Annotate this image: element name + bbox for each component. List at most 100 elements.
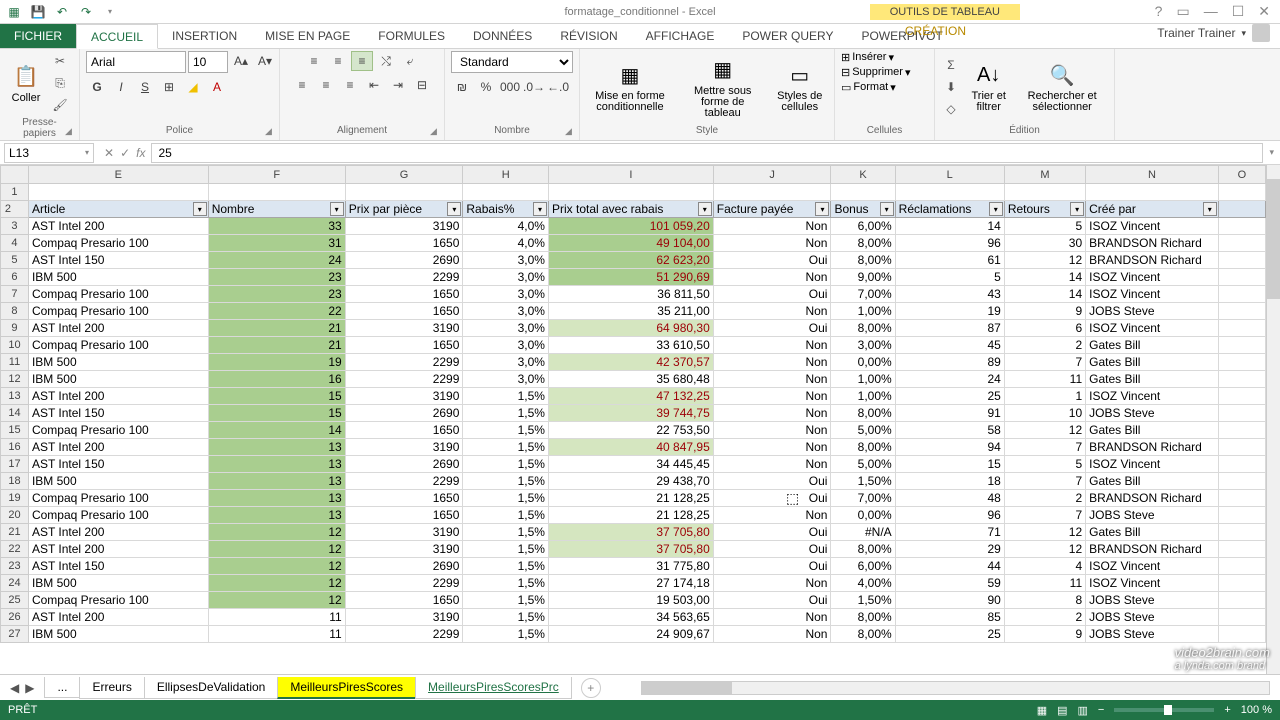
percent-icon[interactable]: %	[475, 77, 497, 97]
row-header[interactable]: 14	[1, 405, 29, 422]
cell[interactable]: Compaq Presario 100	[28, 422, 208, 439]
row-header[interactable]: 8	[1, 303, 29, 320]
cell[interactable]	[1218, 541, 1265, 558]
increase-font-icon[interactable]: A▴	[230, 51, 252, 71]
cell[interactable]: Compaq Presario 100	[28, 303, 208, 320]
sheet-tab[interactable]: MeilleursPiresScoresPrc	[415, 677, 572, 699]
cell[interactable]: Non	[713, 218, 831, 235]
cell[interactable]	[1218, 235, 1265, 252]
cell[interactable]: BRANDSON Richard	[1086, 235, 1219, 252]
cell[interactable]: ISOZ Vincent	[1086, 320, 1219, 337]
cell[interactable]: 10	[1004, 405, 1085, 422]
cell[interactable]: 51 290,69	[548, 269, 713, 286]
cell[interactable]: 101 059,20	[548, 218, 713, 235]
cell[interactable]: IBM 500	[28, 371, 208, 388]
cell[interactable]: 29 438,70	[548, 473, 713, 490]
cell[interactable]: 96	[895, 507, 1004, 524]
row-header[interactable]: 16	[1, 439, 29, 456]
cell[interactable]: 2	[1004, 490, 1085, 507]
column-header[interactable]: J	[713, 166, 831, 184]
cell[interactable]: 90	[895, 592, 1004, 609]
filter-icon[interactable]: ▾	[330, 202, 344, 216]
sheet-tab-more[interactable]: ...	[44, 677, 80, 698]
cell[interactable]	[1218, 439, 1265, 456]
table-header-cell[interactable]: Réclamations▾	[895, 201, 1004, 218]
cell[interactable]: AST Intel 200	[28, 439, 208, 456]
cell[interactable]: 94	[895, 439, 1004, 456]
cell[interactable]	[1218, 388, 1265, 405]
cell[interactable]: 44	[895, 558, 1004, 575]
cell[interactable]: 6,00%	[831, 218, 895, 235]
enter-formula-icon[interactable]: ✓	[120, 146, 130, 160]
cell[interactable]: 14	[1004, 269, 1085, 286]
insert-button[interactable]: ⊞ Insérer ▾	[841, 51, 894, 64]
cell[interactable]: Oui	[713, 320, 831, 337]
cell[interactable]: 16	[208, 371, 345, 388]
cell[interactable]: 27 174,18	[548, 575, 713, 592]
accounting-icon[interactable]: ₪	[451, 77, 473, 97]
cell[interactable]: 1650	[345, 337, 463, 354]
cell[interactable]: 8,00%	[831, 405, 895, 422]
cell[interactable]: 3190	[345, 524, 463, 541]
column-header[interactable]: H	[463, 166, 549, 184]
cell[interactable]: 49 104,00	[548, 235, 713, 252]
cell[interactable]: AST Intel 150	[28, 405, 208, 422]
tab-affichage[interactable]: AFFICHAGE	[632, 24, 729, 48]
cell[interactable]: 58	[895, 422, 1004, 439]
cell[interactable]: 11	[1004, 575, 1085, 592]
cell[interactable]: AST Intel 150	[28, 456, 208, 473]
cell[interactable]: 1,5%	[463, 541, 549, 558]
cell[interactable]: 64 980,30	[548, 320, 713, 337]
table-header-cell[interactable]: Rabais%▾	[463, 201, 549, 218]
cell[interactable]: 2690	[345, 252, 463, 269]
merge-icon[interactable]: ⊟	[411, 75, 433, 95]
close-icon[interactable]: ✕	[1258, 3, 1270, 20]
cell[interactable]: Compaq Presario 100	[28, 337, 208, 354]
table-header-cell[interactable]: Facture payée▾	[713, 201, 831, 218]
cell[interactable]: 2	[1004, 337, 1085, 354]
cell[interactable]: 7	[1004, 473, 1085, 490]
cell[interactable]: 8,00%	[831, 439, 895, 456]
cell[interactable]: Oui	[713, 490, 831, 507]
cell[interactable]: Oui	[713, 541, 831, 558]
cell[interactable]: 47 132,25	[548, 388, 713, 405]
filter-icon[interactable]: ▾	[698, 202, 712, 216]
cell[interactable]: 25	[895, 388, 1004, 405]
number-launcher-icon[interactable]: ◢	[565, 126, 577, 138]
align-middle-icon[interactable]: ≡	[327, 51, 349, 71]
font-launcher-icon[interactable]: ◢	[265, 126, 277, 138]
cell[interactable]: Gates Bill	[1086, 371, 1219, 388]
column-header[interactable]: F	[208, 166, 345, 184]
cell[interactable]: Non	[713, 439, 831, 456]
format-as-table-button[interactable]: ▦Mettre sous forme de tableau	[678, 54, 768, 121]
cell[interactable]: 1,5%	[463, 575, 549, 592]
cell[interactable]: 21 128,25	[548, 507, 713, 524]
border-icon[interactable]: ⊞	[158, 77, 180, 97]
cell[interactable]: 85	[895, 609, 1004, 626]
ribbon-options-icon[interactable]: ▭	[1176, 3, 1189, 20]
cell[interactable]: Non	[713, 405, 831, 422]
cell[interactable]: Compaq Presario 100	[28, 592, 208, 609]
cell[interactable]: 34 445,45	[548, 456, 713, 473]
cell[interactable]	[1218, 592, 1265, 609]
tab-creation[interactable]: CRÉATION	[891, 24, 980, 38]
cell[interactable]: 3190	[345, 439, 463, 456]
format-button[interactable]: ▭ Format ▾	[841, 81, 896, 94]
cell[interactable]: 1,00%	[831, 388, 895, 405]
cell[interactable]: Oui	[713, 286, 831, 303]
tab-données[interactable]: DONNÉES	[459, 24, 546, 48]
cell[interactable]: 3,0%	[463, 354, 549, 371]
cell[interactable]: 1,5%	[463, 473, 549, 490]
cell[interactable]: 3190	[345, 388, 463, 405]
row-header[interactable]: 12	[1, 371, 29, 388]
cell[interactable]: 2299	[345, 354, 463, 371]
cell[interactable]: 2299	[345, 575, 463, 592]
cell[interactable]: 3,0%	[463, 320, 549, 337]
cell[interactable]: 13	[208, 456, 345, 473]
cell[interactable]: ISOZ Vincent	[1086, 388, 1219, 405]
cell[interactable]: 19	[895, 303, 1004, 320]
cell[interactable]: ISOZ Vincent	[1086, 456, 1219, 473]
cell[interactable]: BRANDSON Richard	[1086, 541, 1219, 558]
cell[interactable]: 33 610,50	[548, 337, 713, 354]
cell[interactable]: 89	[895, 354, 1004, 371]
